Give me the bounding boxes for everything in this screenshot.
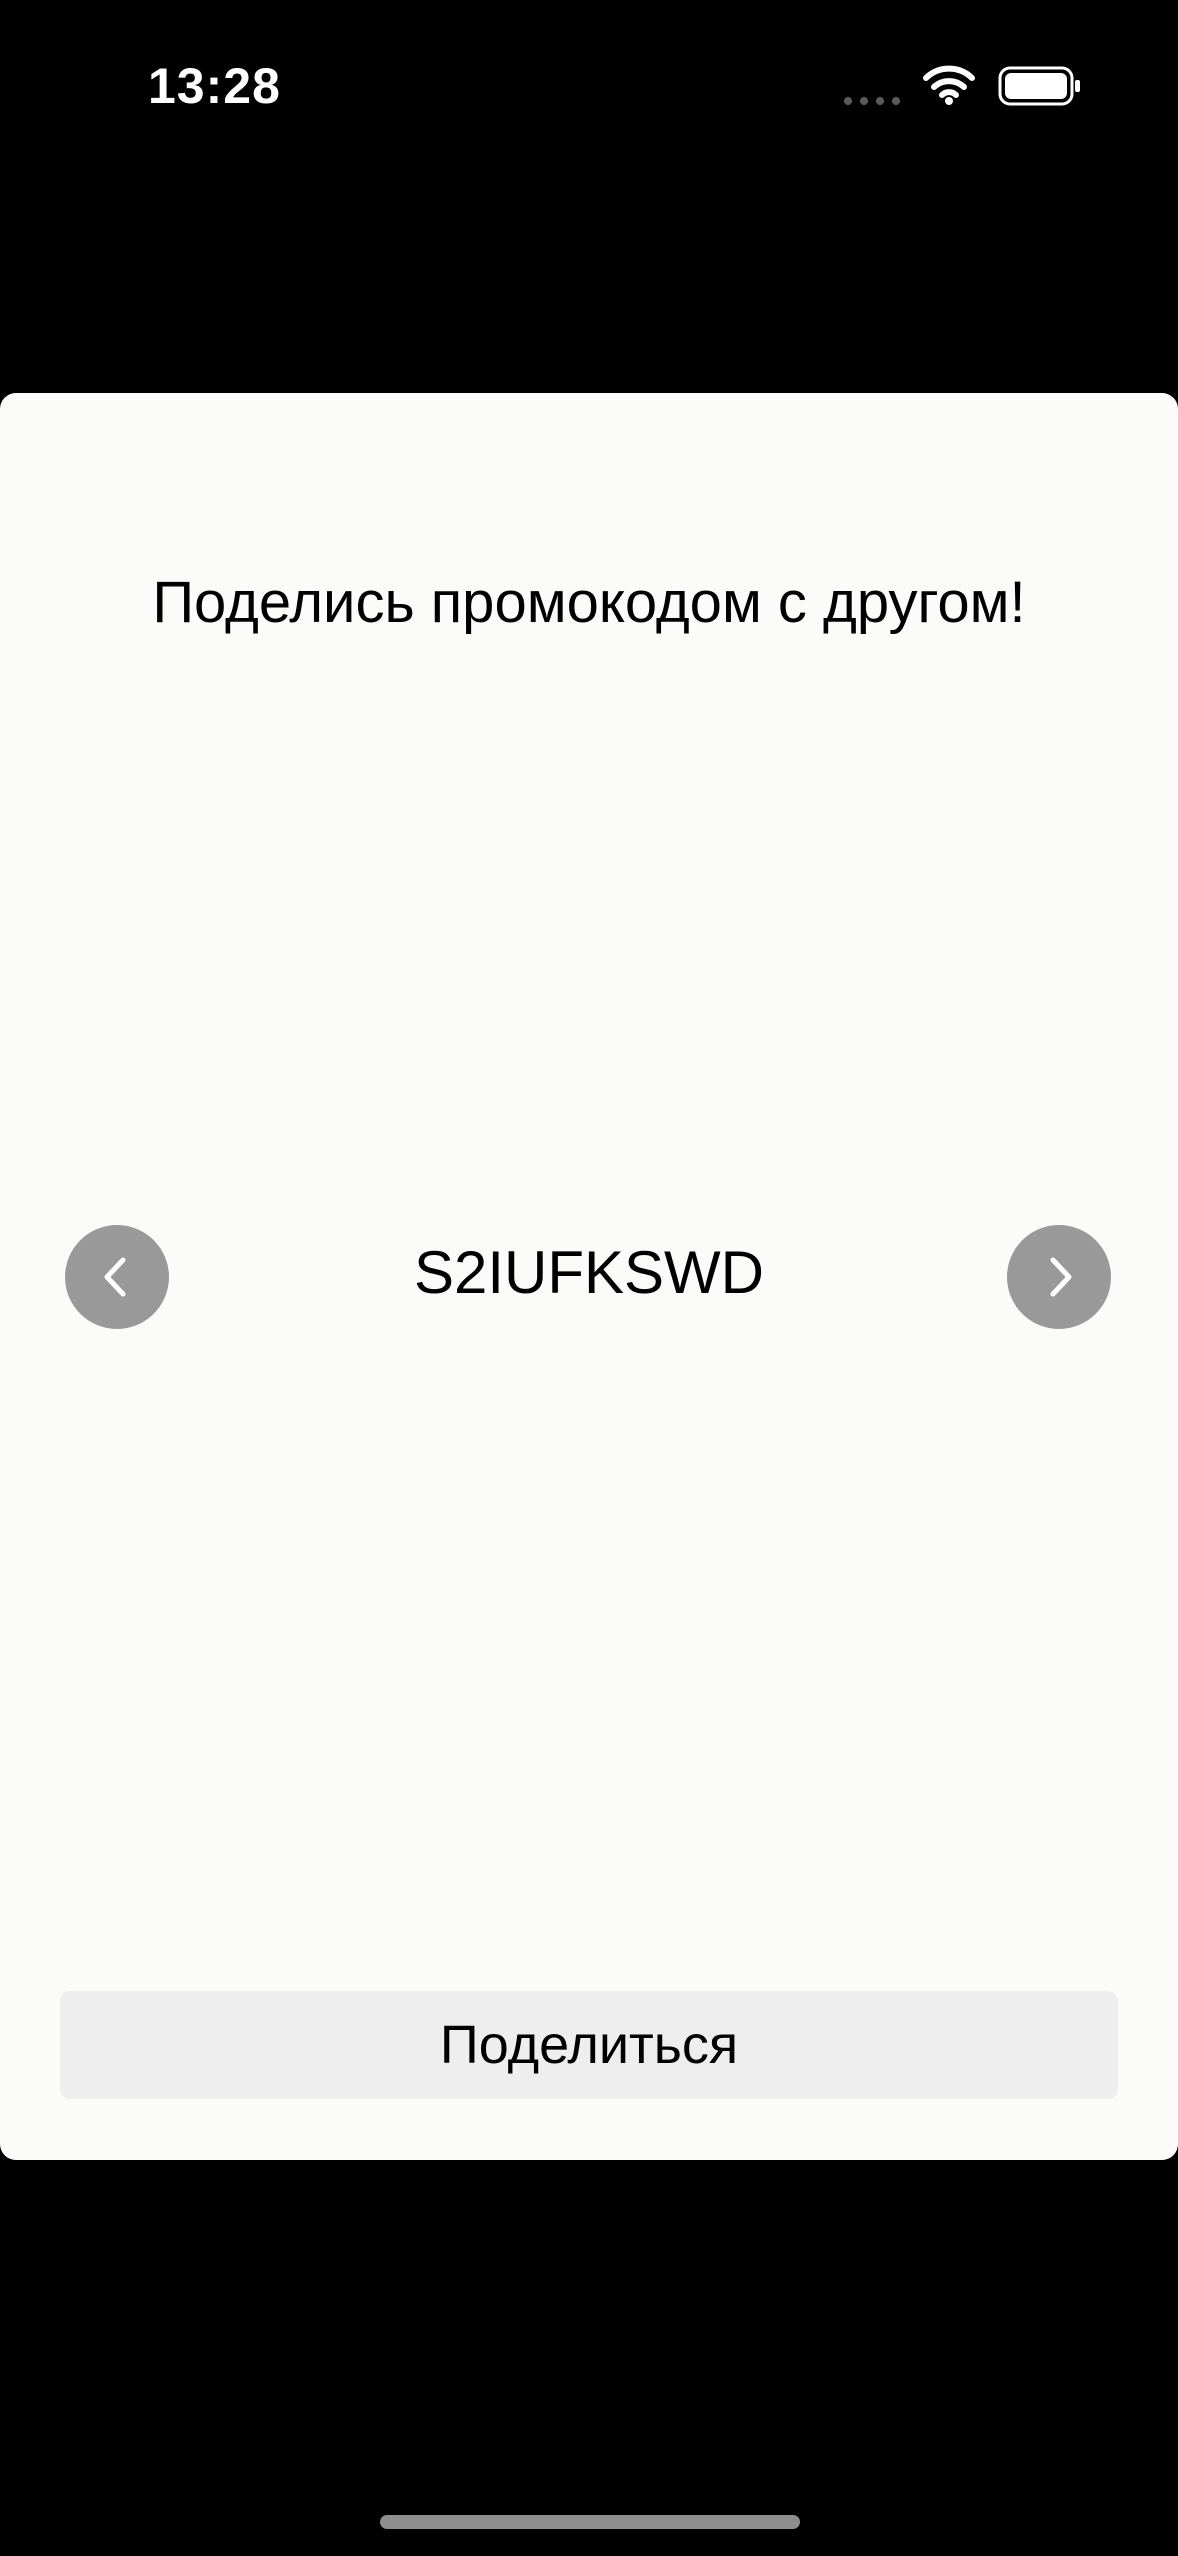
share-button-label: Поделиться: [439, 2015, 739, 2075]
home-indicator[interactable]: [380, 2515, 800, 2529]
next-code-button[interactable]: [1007, 1225, 1111, 1329]
promo-sheet: Поделись промокодом с другом! S2IUFKSWD …: [0, 393, 1178, 2160]
chevron-right-icon: [1050, 1257, 1072, 1297]
status-time: 13:28: [148, 58, 281, 114]
sheet-title: Поделись промокодом с другом!: [152, 570, 1026, 635]
signal-dots-icon: [844, 97, 900, 105]
chevron-left-icon: [104, 1257, 126, 1297]
status-bar: 13:28: [0, 0, 1178, 175]
previous-code-button[interactable]: [65, 1225, 169, 1329]
wifi-icon: [923, 65, 975, 105]
promo-code: S2IUFKSWD: [413, 1239, 765, 1306]
share-button[interactable]: Поделиться: [60, 1991, 1118, 2099]
battery-icon: [998, 66, 1080, 106]
